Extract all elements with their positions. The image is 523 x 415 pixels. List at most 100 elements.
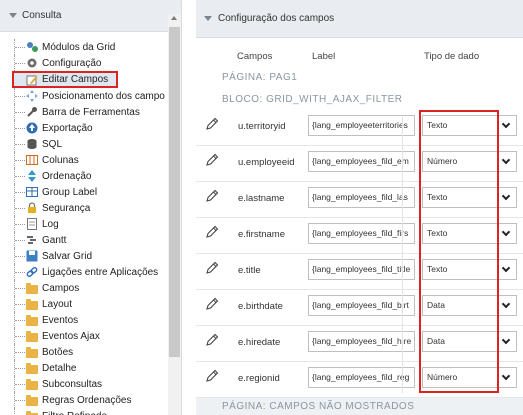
tree-item-eventos-ajax[interactable]: Eventos Ajax (10, 328, 168, 344)
menu-tree: Módulos da Grid Configuração Editar Campos… (10, 39, 168, 415)
tree-connector (10, 88, 26, 104)
tree-item-label: Group Label (42, 186, 98, 198)
tree-item-label: Regras Ordenações (42, 394, 132, 406)
label-input[interactable]: {lang_employees_fild_las (308, 187, 415, 208)
table-row: e.regionid {lang_employees_fild_reg Número (196, 362, 523, 398)
scroll-up-arrow-icon[interactable] (171, 16, 177, 20)
data-type-select[interactable]: Texto (422, 187, 517, 208)
pencil-icon[interactable] (205, 261, 219, 275)
data-type-select[interactable]: Número (422, 151, 517, 172)
tree-item-log[interactable]: Log (10, 216, 168, 232)
tree-item-label: Log (42, 218, 59, 230)
fields-config-header[interactable]: Configuração dos campos (196, 0, 523, 38)
tree-item-gantt[interactable]: Gantt (10, 232, 168, 248)
tree-item-liga-es-entre-aplica-es[interactable]: Ligações entre Aplicações (10, 264, 168, 280)
tree-item-label: Editar Campos (42, 74, 109, 85)
tree-item-layout[interactable]: Layout (10, 296, 168, 312)
tree-item-label: Colunas (42, 154, 79, 166)
tree-item-configura-o[interactable]: Configuração (10, 55, 168, 71)
tree-item-ordena-o[interactable]: Ordenação (10, 168, 168, 184)
data-type-select[interactable]: Data (422, 295, 517, 316)
field-name: e.hiredate (238, 337, 281, 348)
tree-item-barra-de-ferramentas[interactable]: Barra de Ferramentas (10, 104, 168, 120)
tree-item-label: Ligações entre Aplicações (42, 266, 159, 278)
pencil-icon[interactable] (205, 369, 219, 383)
page-label: PÁGINA: PAG1 (222, 72, 298, 83)
fields-config-title: Configuração dos campos (218, 13, 335, 24)
tree-item-editar-campos[interactable]: Editar Campos (12, 71, 118, 88)
tree-item-eventos[interactable]: Eventos (10, 312, 168, 328)
label-input[interactable]: {lang_employees_fild_reg (308, 367, 415, 388)
label-input[interactable]: {lang_employees_fild_title (308, 259, 415, 280)
label-input[interactable]: {lang_employees_fild_em (308, 151, 415, 172)
label-input[interactable]: {lang_employeeterritories (308, 115, 415, 136)
pencil-icon[interactable] (205, 189, 219, 203)
tree-item-group-label[interactable]: Group Label (10, 184, 168, 200)
tree-item-seguran-a[interactable]: Segurança (10, 200, 168, 216)
table-row: u.employeeid {lang_employees_fild_em Númer… (196, 146, 523, 182)
table-row: e.lastname {lang_employees_fild_las Texto (196, 182, 523, 218)
tree-item-filtro-refinado[interactable]: Filtro Refinado (10, 408, 168, 415)
tree-connector (10, 248, 26, 264)
pencil-icon[interactable] (205, 333, 219, 347)
column-headers: Campos Label Tipo de dado (196, 51, 523, 65)
tree-item-posicionamento-dos-campo[interactable]: Posicionamento dos campo (10, 88, 168, 104)
folder-icon (26, 314, 38, 326)
folder-icon (26, 330, 38, 342)
tree-item-bot-es[interactable]: Botões (10, 344, 168, 360)
data-type-select[interactable]: Texto (422, 223, 517, 244)
modules-icon (26, 41, 38, 53)
tree-connector (10, 392, 26, 408)
tree-item-label: Ordenação (42, 170, 92, 182)
left-panel-header[interactable]: Consulta (0, 0, 181, 32)
tree-item-salvar-grid[interactable]: Salvar Grid (10, 248, 168, 264)
label-input[interactable]: {lang_employees_fild_firs (308, 223, 415, 244)
wrench-icon (26, 106, 38, 118)
tree-connector (10, 376, 26, 392)
label-input[interactable]: {lang_employees_fild_hire (308, 331, 415, 352)
pencil-icon[interactable] (205, 225, 219, 239)
left-panel: Consulta Módulos da Grid Configuração Edit… (0, 0, 182, 415)
tree-item-subconsultas[interactable]: Subconsultas (10, 376, 168, 392)
tree-connector (10, 408, 26, 415)
chevron-down-icon (501, 119, 511, 129)
tree-connector (10, 296, 26, 312)
label-input[interactable]: {lang_employees_fild_birt (308, 295, 415, 316)
folder-icon (26, 394, 38, 406)
tree-item-exporta-o[interactable]: Exportação (10, 120, 168, 136)
data-type-select[interactable]: Número (422, 367, 517, 388)
table-row: e.firstname {lang_employees_fild_firs Text… (196, 218, 523, 254)
export-icon (26, 122, 38, 134)
tree-item-label: SQL (42, 138, 63, 150)
tree-connector (10, 152, 26, 168)
folder-icon (26, 346, 38, 358)
pencil-icon[interactable] (205, 153, 219, 167)
tree-item-m-dulos-da-grid[interactable]: Módulos da Grid (10, 39, 168, 55)
tree-item-label: Filtro Refinado (42, 411, 107, 415)
tree-item-sql[interactable]: SQL (10, 136, 168, 152)
pencil-icon[interactable] (205, 297, 219, 311)
collapse-arrow-icon (204, 16, 212, 21)
tree-connector (10, 360, 26, 376)
data-type-select[interactable]: Texto (422, 259, 517, 280)
data-type-value: Número (427, 156, 458, 166)
tree-item-label: Módulos da Grid (42, 41, 116, 53)
data-type-select[interactable]: Texto (422, 115, 517, 136)
tree-item-label: Eventos (42, 314, 79, 326)
tree-item-label: Gantt (42, 234, 67, 246)
data-type-value: Data (427, 336, 445, 346)
data-type-value: Texto (427, 228, 448, 238)
tree-item-regras-ordena-es[interactable]: Regras Ordenações (10, 392, 168, 408)
field-name: e.regionid (238, 373, 280, 384)
column-header-campos: Campos (237, 51, 273, 62)
tree-item-campos[interactable]: Campos (10, 280, 168, 296)
scrollbar-thumb[interactable] (169, 27, 180, 357)
field-name: u.territoryid (238, 121, 286, 132)
table-row: e.title {lang_employees_fild_title Texto (196, 254, 523, 290)
data-type-select[interactable]: Data (422, 331, 517, 352)
tree-item-colunas[interactable]: Colunas (10, 152, 168, 168)
table-row: u.territoryid {lang_employeeterritories Te… (196, 110, 523, 146)
tree-item-detalhe[interactable]: Detalhe (10, 360, 168, 376)
pencil-icon[interactable] (205, 117, 219, 131)
field-name: e.firstname (238, 229, 285, 240)
